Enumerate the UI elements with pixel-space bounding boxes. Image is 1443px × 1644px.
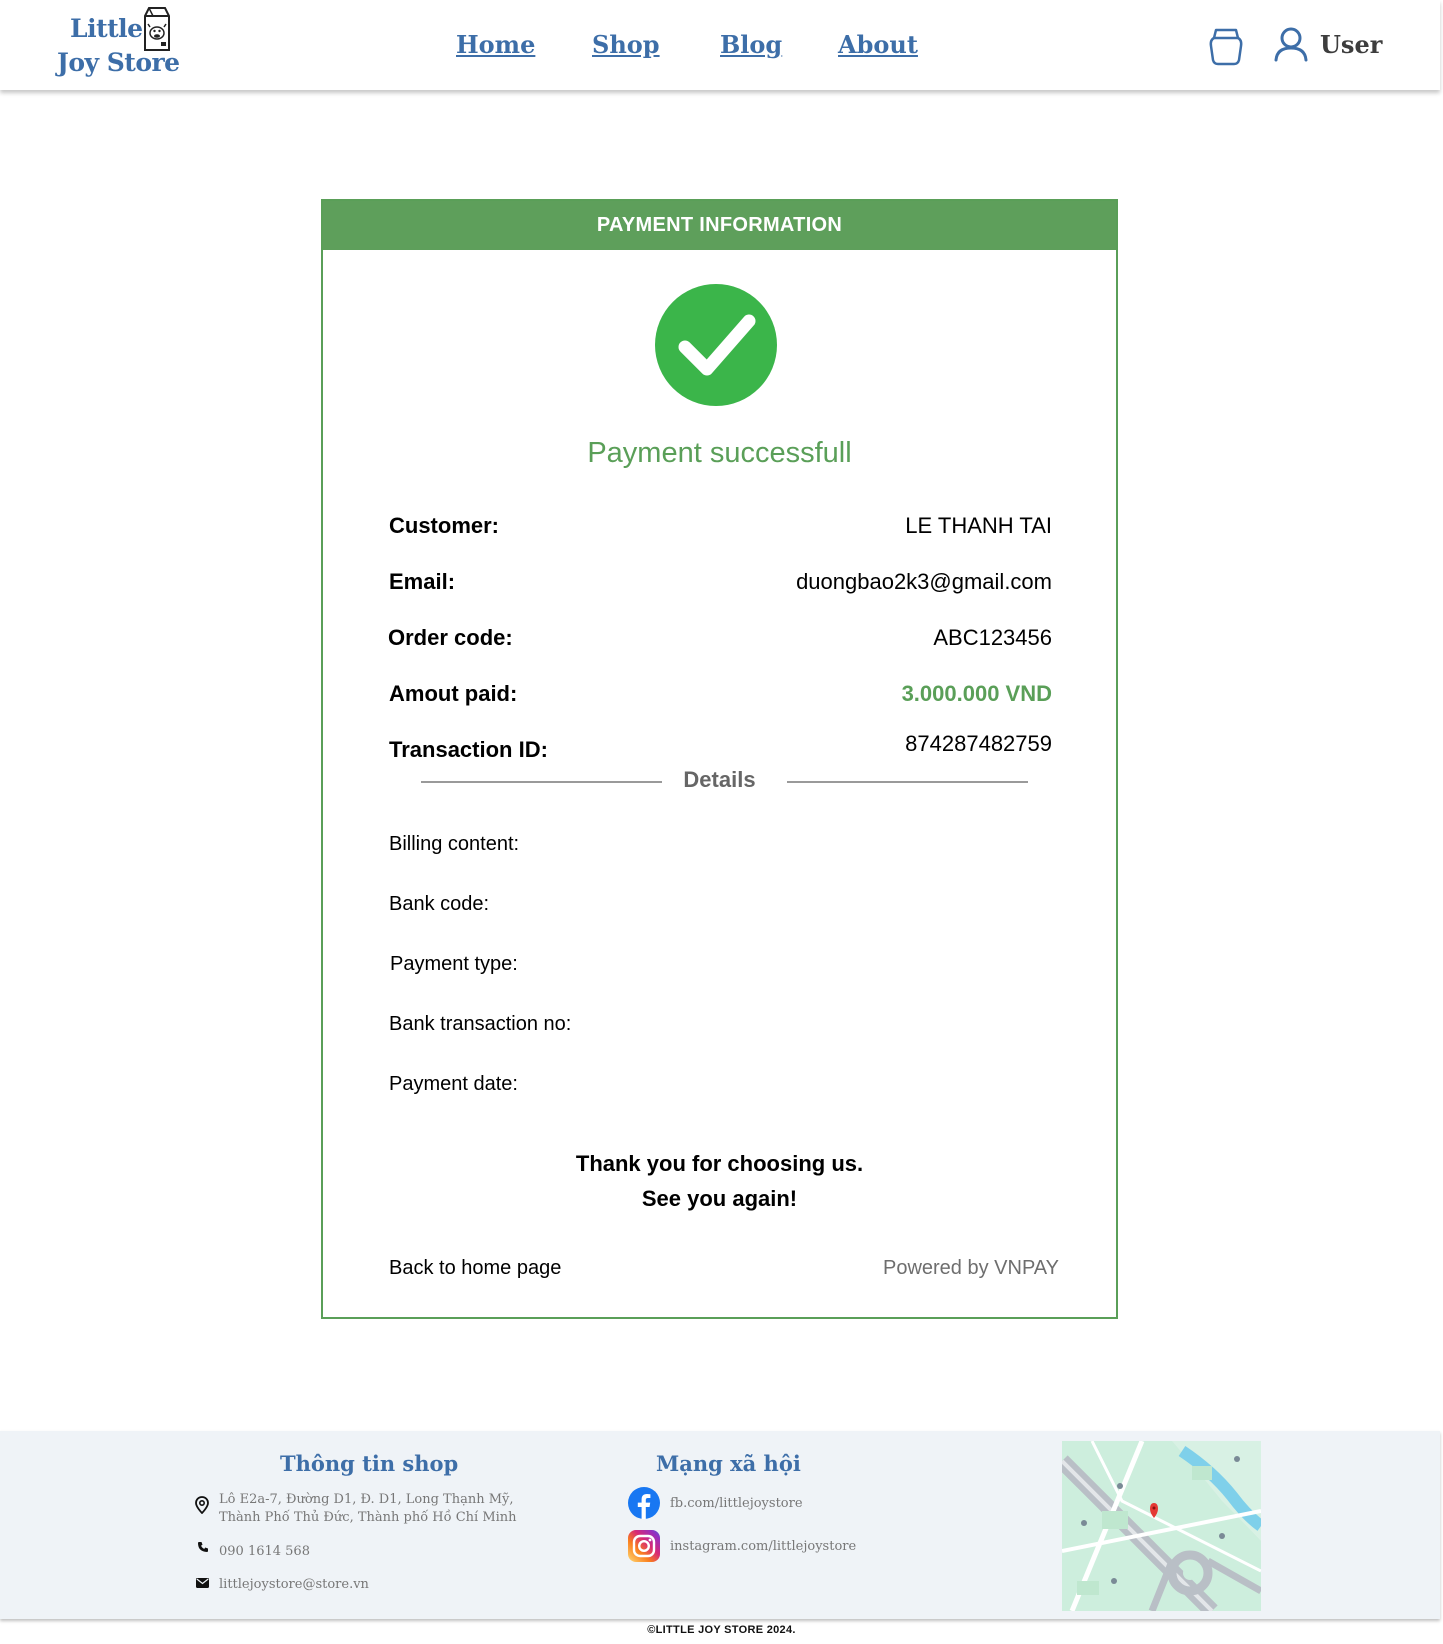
- site-header: Little Joy Store Home Shop Blog About Us…: [0, 0, 1440, 90]
- details-heading: Details: [683, 767, 756, 792]
- thank-you-line1: Thank you for choosing us.: [575, 1151, 864, 1176]
- payment-status-text: Payment successfull: [587, 437, 852, 469]
- shop-address-line1: Lô E2a-7, Đường D1, Đ. D1, Long Thạnh Mỹ…: [219, 1492, 514, 1507]
- card-header-title: PAYMENT INFORMATION: [323, 201, 1116, 250]
- customer-value: LE THANH TAI: [905, 513, 1052, 538]
- order-code-value: ABC123456: [933, 625, 1052, 650]
- payment-date-label: Payment date:: [389, 1073, 518, 1095]
- store-location-map[interactable]: [1062, 1441, 1261, 1611]
- shop-address-line2: Thành Phố Thủ Đức, Thành phố Hồ Chí Minh: [219, 1510, 517, 1525]
- nav-home[interactable]: Home: [456, 30, 535, 59]
- nav-shop[interactable]: Shop: [592, 30, 660, 59]
- amount-paid-label: Amout paid:: [389, 681, 518, 706]
- bank-transaction-no-label: Bank transaction no:: [389, 1013, 572, 1035]
- shop-phone[interactable]: 090 1614 568: [219, 1543, 310, 1561]
- nav-blog[interactable]: Blog: [720, 30, 782, 59]
- logo-text-line1: Little: [70, 14, 143, 43]
- customer-label: Customer:: [389, 513, 500, 538]
- nav-about[interactable]: About: [838, 30, 918, 59]
- order-code-label: Order code:: [388, 625, 513, 650]
- social-title: Mạng xã hội: [656, 1451, 801, 1476]
- payment-type-label: Payment type:: [390, 953, 518, 975]
- copyright-text: ©LITTLE JOY STORE 2024.: [647, 1624, 796, 1636]
- instagram-icon[interactable]: [628, 1530, 660, 1562]
- shopping-bag-icon[interactable]: [1208, 26, 1244, 66]
- amount-paid-value: 3.000.000 VND: [901, 681, 1052, 706]
- payment-info-card: PAYMENT INFORMATION Payment successfull …: [321, 199, 1118, 1319]
- back-to-home-link[interactable]: Back to home page: [389, 1257, 561, 1280]
- transaction-id-label: Transaction ID:: [389, 737, 548, 762]
- email-value: duongbao2k3@gmail.com: [796, 569, 1052, 594]
- bank-code-label: Bank code:: [389, 893, 490, 915]
- details-divider-right: [787, 781, 1028, 783]
- billing-content-label: Billing content:: [389, 833, 520, 855]
- instagram-link[interactable]: instagram.com/littlejoystore: [670, 1538, 856, 1556]
- mail-icon: [196, 1578, 209, 1588]
- transaction-id-value: 874287482759: [905, 731, 1052, 756]
- user-menu-label[interactable]: User: [1320, 30, 1382, 59]
- milk-carton-icon: [144, 7, 170, 51]
- logo-text-line2: Joy Store: [57, 48, 180, 77]
- facebook-link[interactable]: fb.com/littlejoystore: [670, 1495, 803, 1513]
- thank-you-line2: See you again!: [641, 1186, 798, 1211]
- email-label: Email:: [389, 569, 456, 594]
- user-icon[interactable]: [1273, 26, 1309, 62]
- phone-icon: [198, 1542, 208, 1552]
- site-footer: Thông tin shop Lô E2a-7, Đường D1, Đ. D1…: [0, 1431, 1440, 1619]
- shop-email[interactable]: littlejoystore@store.vn: [219, 1576, 369, 1594]
- shop-info-title: Thông tin shop: [280, 1451, 459, 1476]
- location-pin-icon: [195, 1496, 209, 1514]
- powered-by-vnpay: Powered by VNPAY: [882, 1257, 1059, 1279]
- store-logo[interactable]: Little Joy Store: [56, 6, 186, 86]
- check-circle-icon: [655, 284, 777, 406]
- facebook-icon[interactable]: [628, 1487, 660, 1519]
